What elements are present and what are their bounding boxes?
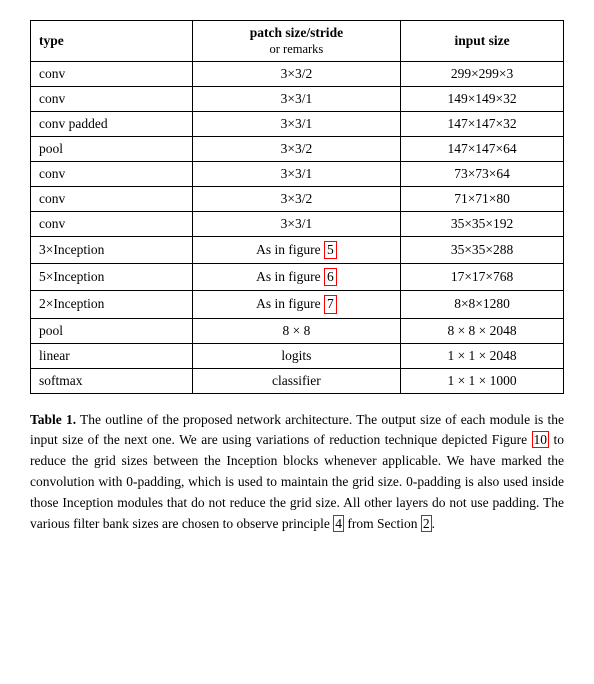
cell-patch: As in figure 7 [192,291,400,318]
cell-type: 2×Inception [31,291,193,318]
caption-text3: from Section [344,516,421,531]
cell-patch: As in figure 6 [192,264,400,291]
architecture-table: type patch size/stride or remarks input … [30,20,564,394]
col-patch-header: patch size/stride or remarks [192,21,400,62]
table-row: pool3×3/2147×147×64 [31,137,564,162]
cell-input: 17×17×768 [401,264,564,291]
cell-type: conv [31,162,193,187]
cell-patch: 3×3/1 [192,87,400,112]
cell-patch: 3×3/2 [192,187,400,212]
cell-input: 73×73×64 [401,162,564,187]
cell-input: 71×71×80 [401,187,564,212]
cell-input: 35×35×288 [401,237,564,264]
cell-type: 3×Inception [31,237,193,264]
table-row: linearlogits1 × 1 × 2048 [31,343,564,368]
caption-text1: The outline of the proposed network arch… [30,412,564,448]
col-patch-main: patch size/stride [250,25,343,40]
cell-input: 1 × 1 × 1000 [401,368,564,393]
cell-type: conv padded [31,112,193,137]
table-row: pool8 × 88 × 8 × 2048 [31,318,564,343]
cell-input: 147×147×64 [401,137,564,162]
cell-input: 149×149×32 [401,87,564,112]
cell-patch: 8 × 8 [192,318,400,343]
cell-type: linear [31,343,193,368]
cell-patch: 3×3/2 [192,62,400,87]
caption-label: Table 1. [30,412,76,427]
col-patch-sub: or remarks [270,42,324,56]
col-type-header: type [31,21,193,62]
cell-type: conv [31,212,193,237]
table-row: conv padded3×3/1147×147×32 [31,112,564,137]
cell-type: conv [31,62,193,87]
cell-patch: 3×3/1 [192,162,400,187]
caption-text4: . [432,516,435,531]
cell-patch: logits [192,343,400,368]
cell-input: 8 × 8 × 2048 [401,318,564,343]
table-row: conv3×3/271×71×80 [31,187,564,212]
caption-ref3: 2 [421,515,432,532]
table-row: 2×InceptionAs in figure 78×8×1280 [31,291,564,318]
col-input-header: input size [401,21,564,62]
cell-input: 8×8×1280 [401,291,564,318]
cell-type: conv [31,87,193,112]
cell-type: softmax [31,368,193,393]
cell-patch: As in figure 5 [192,237,400,264]
table-row: conv3×3/2299×299×3 [31,62,564,87]
caption-ref2: 4 [333,515,344,532]
figure-ref: 7 [324,295,337,313]
figure-ref: 6 [324,268,337,286]
cell-patch: 3×3/1 [192,112,400,137]
cell-input: 35×35×192 [401,212,564,237]
figure-ref: 5 [324,241,337,259]
cell-type: pool [31,318,193,343]
table-row: conv3×3/1149×149×32 [31,87,564,112]
table-row: conv3×3/135×35×192 [31,212,564,237]
cell-input: 1 × 1 × 2048 [401,343,564,368]
cell-type: pool [31,137,193,162]
cell-input: 147×147×32 [401,112,564,137]
table-row: conv3×3/173×73×64 [31,162,564,187]
cell-type: 5×Inception [31,264,193,291]
cell-patch: classifier [192,368,400,393]
table-row: 3×InceptionAs in figure 535×35×288 [31,237,564,264]
table-row: softmaxclassifier1 × 1 × 1000 [31,368,564,393]
table-row: 5×InceptionAs in figure 617×17×768 [31,264,564,291]
caption-ref1: 10 [532,431,550,448]
cell-patch: 3×3/2 [192,137,400,162]
cell-type: conv [31,187,193,212]
cell-input: 299×299×3 [401,62,564,87]
cell-patch: 3×3/1 [192,212,400,237]
table-caption: Table 1. The outline of the proposed net… [30,410,564,536]
